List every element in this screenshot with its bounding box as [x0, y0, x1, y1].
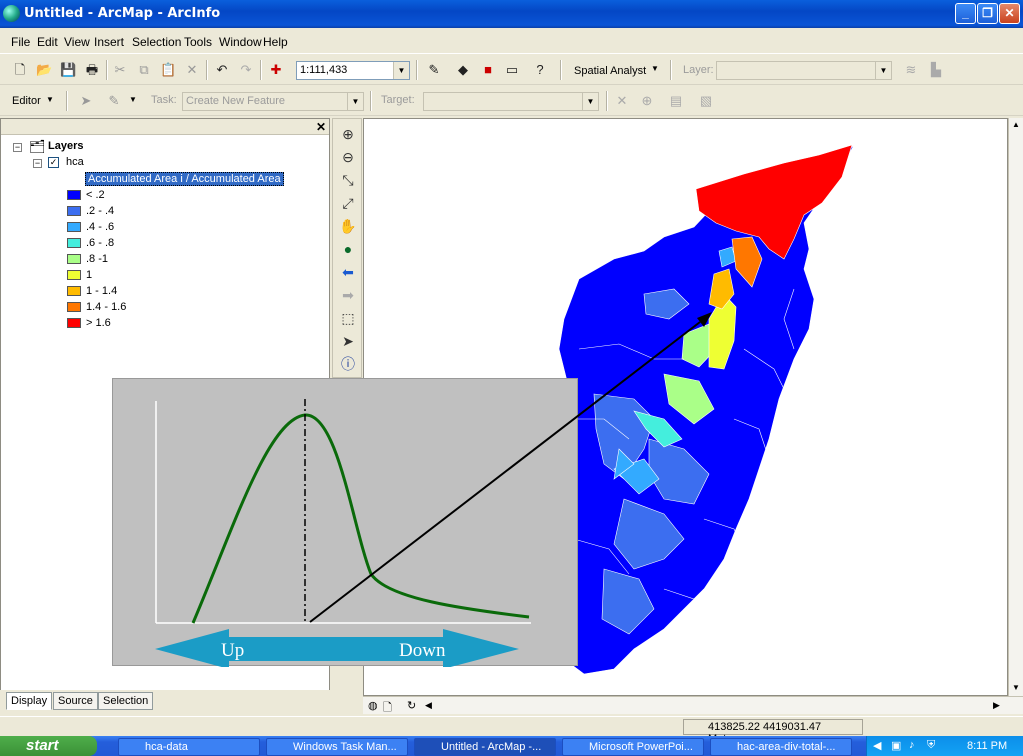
status-bar: 413825.22 4419031.47 Meters — [0, 716, 1023, 745]
taskbar-item[interactable]: Untitled - ArcMap -... — [414, 738, 556, 756]
tray-back-icon[interactable]: ◀ — [873, 739, 881, 752]
taskbar-item[interactable]: Windows Task Man... — [266, 738, 408, 756]
taskbar-item[interactable]: Microsoft PowerPoi... — [562, 738, 704, 756]
tray-volume-icon[interactable]: ♪ — [909, 739, 915, 751]
taskbar-item[interactable]: hac-area-div-total-... — [710, 738, 852, 756]
pointer-arrow — [309, 312, 712, 623]
system-tray: ◀ ▣ ♪ ⛨ 8:11 PM — [866, 736, 1023, 756]
clock: 8:11 PM — [967, 740, 1008, 752]
taskbar-item[interactable]: hca-data — [118, 738, 260, 756]
start-button[interactable]: start — [0, 736, 97, 756]
coordinate-readout: 413825.22 4419031.47 Meters — [683, 719, 863, 745]
windows-taskbar: start hca-data Windows Task Man... Untit… — [0, 736, 1023, 756]
tray-security-icon[interactable]: ⛨ — [927, 739, 935, 752]
tray-network-icon[interactable]: ▣ — [891, 739, 901, 752]
